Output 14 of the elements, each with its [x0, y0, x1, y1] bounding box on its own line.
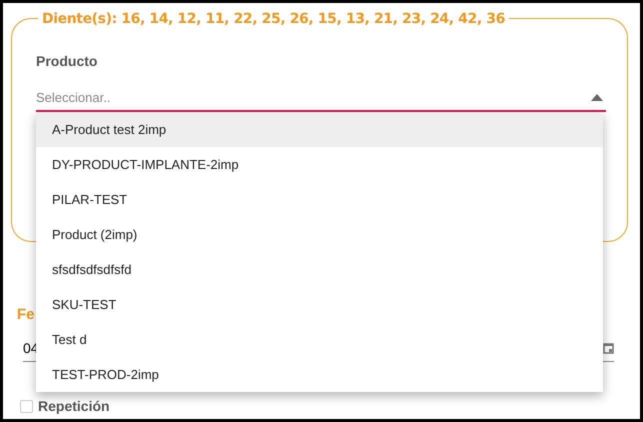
- dropdown-option[interactable]: SKU-TEST: [36, 287, 603, 322]
- dropdown-option[interactable]: DY-PRODUCT-IMPLANTE-2imp: [36, 147, 603, 182]
- dropdown-option[interactable]: PILAR-TEST: [36, 182, 603, 217]
- dropdown-option[interactable]: TEST-PROD-2imp: [36, 357, 603, 392]
- dropdown-option[interactable]: Product (2imp): [36, 217, 603, 252]
- dropdown-option[interactable]: A-Product test 2imp: [36, 112, 603, 147]
- checkbox-label: Repetición: [38, 398, 110, 414]
- field-label: Producto: [36, 53, 98, 69]
- calendar-icon[interactable]: [603, 342, 614, 354]
- dropdown-option[interactable]: Test d: [36, 322, 603, 357]
- caret-icon: [591, 94, 603, 100]
- repeat-checkbox[interactable]: [20, 400, 33, 412]
- field-label: Fe: [17, 306, 35, 323]
- dropdown-option[interactable]: sfsdfsdfsdfsfd: [36, 252, 603, 287]
